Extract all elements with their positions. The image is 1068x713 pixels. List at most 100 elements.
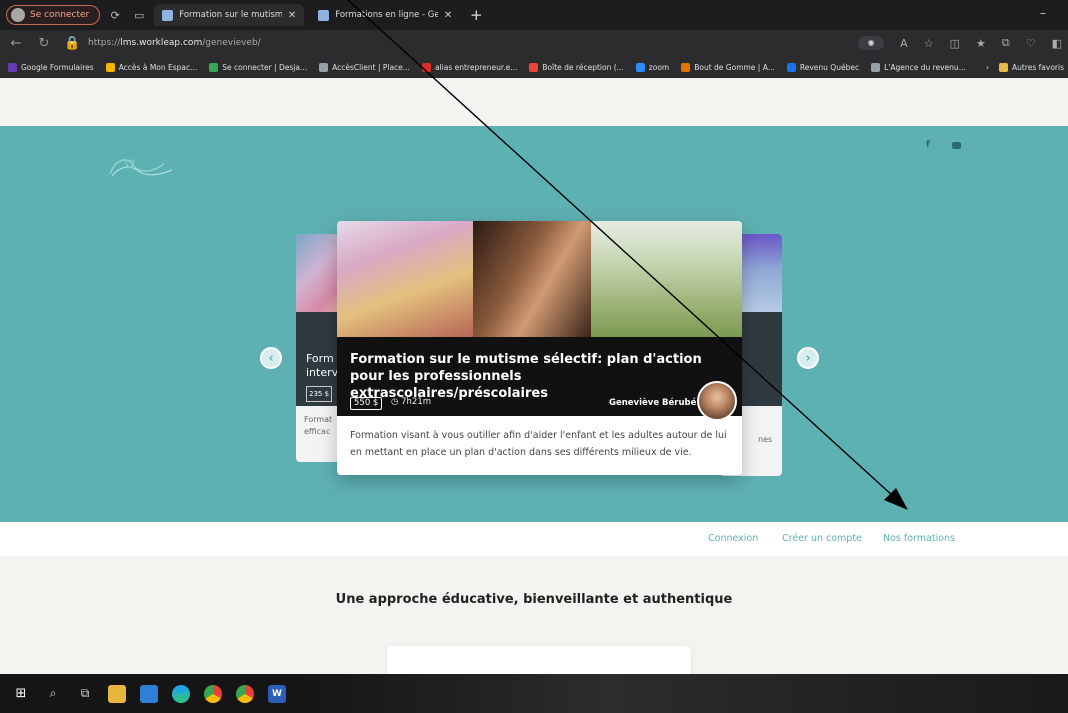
read-aloud-icon[interactable]: A <box>900 37 908 50</box>
clock-icon: ◷ <box>391 397 402 407</box>
bookmark-item[interactable]: AccèsClient | Place... <box>319 62 410 72</box>
facebook-icon[interactable]: f <box>926 140 930 150</box>
profile-avatar-icon <box>11 8 25 22</box>
bookmark-item[interactable]: zoom <box>635 62 670 72</box>
course-description: Formation visant à vous outiller afin d'… <box>350 430 727 458</box>
profile-label: Se connecter <box>30 10 90 20</box>
bookmark-favicon-icon <box>681 62 691 72</box>
bookmark-favicon-icon <box>8 62 17 72</box>
bookmark-favicon-icon <box>635 62 645 72</box>
tab-formations[interactable]: Formations en ligne - Geneviève ✕ <box>310 4 460 26</box>
new-tab-button[interactable]: + <box>466 6 486 24</box>
course-image-collage <box>337 221 742 337</box>
search-icon[interactable]: ⌕ <box>44 685 62 703</box>
bookmark-favicon-icon <box>105 62 115 72</box>
bookmark-item[interactable]: alias entrepreneur.e... <box>421 62 518 72</box>
mail-icon[interactable] <box>140 684 158 703</box>
bookmarks-bar: Google Formulaires Accès à Mon Espac... … <box>0 56 1068 78</box>
nav-login-link[interactable]: Connexion <box>708 533 758 544</box>
collage-hands-image <box>473 221 591 337</box>
bookmark-item[interactable]: Se connecter | Desja... <box>209 62 308 72</box>
windows-icon[interactable]: ⊞ <box>12 685 30 703</box>
bookmark-label: alias entrepreneur.e... <box>434 62 518 72</box>
favorite-star-icon[interactable]: ☆ <box>924 37 934 50</box>
task-view-icon[interactable]: ⧉ <box>76 685 94 703</box>
course-title[interactable]: Formation sur le mutisme sélectif: plan … <box>350 351 720 402</box>
url-path: /genevieveb/ <box>202 38 261 48</box>
tab-actions-icon[interactable]: ▭ <box>130 6 148 24</box>
content-card <box>387 646 691 674</box>
course-duration: ◷ 7h21m <box>391 397 431 407</box>
course-info-band: Formation sur le mutisme sélectif: plan … <box>337 337 742 421</box>
back-icon[interactable]: ← <box>8 36 24 51</box>
nav-create-account-link[interactable]: Créer un compte <box>782 533 862 544</box>
bookmark-label: Google Formulaires <box>21 62 94 72</box>
collections-icon[interactable]: ⧉ <box>1002 36 1010 50</box>
edge-icon[interactable] <box>172 684 190 703</box>
minimize-icon[interactable]: – <box>1040 6 1046 20</box>
tab-favicon-icon <box>318 9 330 21</box>
bookmark-label: Bout de Gomme | A... <box>694 62 775 72</box>
favorites-icon[interactable]: ★ <box>976 37 986 50</box>
course-price: 550 $ <box>350 397 383 410</box>
carousel-prev-button[interactable]: ‹ <box>260 347 282 369</box>
url-host: lms.workleap.com <box>120 38 203 48</box>
chrome-profile-icon[interactable] <box>236 684 254 703</box>
folder-icon <box>999 62 1008 72</box>
bookmark-item[interactable]: Boîte de réception (... <box>529 62 624 72</box>
bookmark-favicon-icon <box>529 62 539 72</box>
workspaces-icon[interactable]: ⟳ <box>106 6 124 24</box>
bookmark-favicon-icon <box>319 62 329 72</box>
other-favorites-label: Autres favoris <box>1012 62 1064 72</box>
carousel-next-button[interactable]: › <box>797 347 819 369</box>
web-page: f Form interv 235 $ Format efficac nes F… <box>0 78 1068 674</box>
address-bar: ← ↻ 🔒 https://lms.workleap.com/genevieve… <box>0 30 1068 56</box>
profile-button[interactable]: Se connecter <box>6 5 101 25</box>
browser-tab-bar: Se connecter ⟳ ▭ Formation sur le mutism… <box>0 0 1068 30</box>
bookmark-favicon-icon <box>421 62 431 72</box>
bookmark-item[interactable]: L'Agence du revenu... <box>871 62 966 72</box>
bookmark-label: Boîte de réception (... <box>542 62 624 72</box>
file-explorer-icon[interactable] <box>108 684 126 703</box>
site-logo[interactable] <box>106 152 178 182</box>
bookmark-item[interactable]: Revenu Québec <box>786 62 860 72</box>
course-author: Geneviève Bérubé <box>609 398 697 408</box>
nav-our-courses-link[interactable]: Nos formations <box>883 533 955 544</box>
tab-mutisme[interactable]: Formation sur le mutisme sélecti ✕ <box>154 4 305 26</box>
bookmark-favicon-icon <box>786 62 796 72</box>
youtube-icon[interactable] <box>952 142 961 149</box>
tab-label: Formations en ligne - Geneviève <box>335 10 438 20</box>
bookmark-favicon-icon <box>871 62 881 72</box>
url-scheme: https:// <box>88 38 121 48</box>
word-icon[interactable]: W <box>268 684 286 703</box>
tab-label: Formation sur le mutisme sélecti <box>179 10 282 20</box>
chrome-icon[interactable] <box>204 684 222 703</box>
browser-essentials-icon[interactable]: ♡ <box>1026 37 1036 50</box>
bookmark-label: Se connecter | Desja... <box>222 62 308 72</box>
url-field[interactable]: 🔒 https://lms.workleap.com/genevieveb/ <box>64 36 261 51</box>
tab-favicon-icon <box>162 9 174 21</box>
tab-close-icon[interactable]: ✕ <box>288 10 296 21</box>
bookmark-label: Accès à Mon Espac... <box>118 62 198 72</box>
author-avatar <box>697 381 737 421</box>
bookmark-label: zoom <box>648 62 670 72</box>
course-title: Form interv <box>306 352 339 379</box>
bookmark-favicon-icon <box>209 62 219 72</box>
collage-family-image <box>591 221 742 337</box>
collage-children-image <box>337 221 473 337</box>
copilot-icon[interactable]: ◧ <box>1052 37 1062 50</box>
tracking-prevention-icon[interactable]: ◉ <box>858 36 885 50</box>
tab-close-icon[interactable]: ✕ <box>444 10 452 21</box>
bookmark-item[interactable]: Bout de Gomme | A... <box>681 62 775 72</box>
bookmark-item[interactable]: Google Formulaires <box>8 62 94 72</box>
bookmark-label: Revenu Québec <box>799 62 860 72</box>
hero-banner: f Form interv 235 $ Format efficac nes F… <box>0 126 1068 522</box>
split-screen-icon[interactable]: ◫ <box>950 37 960 50</box>
bookmark-item[interactable]: Accès à Mon Espac... <box>105 62 198 72</box>
more-bookmarks-icon[interactable]: › <box>986 63 989 72</box>
windows-taskbar: ⊞ ⌕ ⧉ W <box>0 674 1068 713</box>
course-card-featured[interactable]: Formation sur le mutisme sélectif: plan … <box>337 221 742 475</box>
refresh-icon[interactable]: ↻ <box>36 36 52 51</box>
bookmark-label: AccèsClient | Place... <box>332 62 410 72</box>
other-favorites[interactable]: Autres favoris <box>999 62 1064 72</box>
